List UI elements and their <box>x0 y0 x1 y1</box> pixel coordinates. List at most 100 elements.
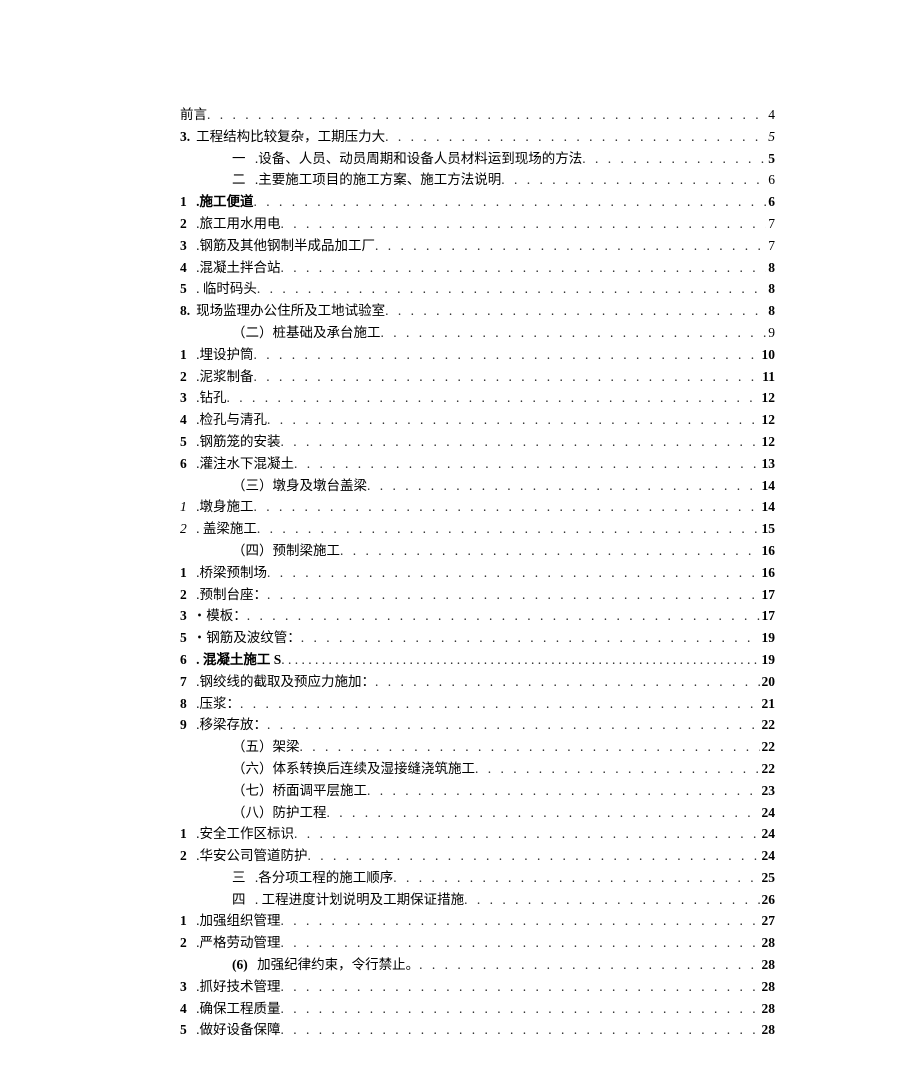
toc-number: 1 <box>180 565 187 580</box>
toc-label: 2 .泥浆制备 <box>180 370 254 384</box>
toc-number: 8 <box>180 696 187 711</box>
toc-number: 5 <box>180 281 187 296</box>
toc-leader-dots <box>300 740 760 754</box>
toc-number: 3. <box>180 129 190 144</box>
toc-title: .压浆： <box>193 696 240 711</box>
toc-leader-dots <box>257 282 766 296</box>
toc-number: 3 <box>180 979 187 994</box>
toc-page-number: 28 <box>760 980 776 994</box>
toc-entry: 2 .华安公司管道防护24 <box>180 849 775 863</box>
toc-leader-dots <box>281 980 760 994</box>
toc-leader-dots <box>281 653 759 667</box>
toc-page-number: 19 <box>760 631 776 645</box>
toc-label: 3 .抓好技术管理 <box>180 980 281 994</box>
toc-page-number: 19 <box>760 653 776 667</box>
toc-leader-dots <box>247 609 760 623</box>
toc-page-number: 12 <box>760 435 776 449</box>
toc-leader-dots <box>501 173 766 187</box>
toc-entry: 2 .泥浆制备11 <box>180 370 775 384</box>
toc-page-number: 8 <box>766 261 775 275</box>
toc-number: 2 <box>180 521 187 536</box>
toc-page-number: 28 <box>760 1023 776 1037</box>
toc-entry: （六）体系转换后连续及湿接缝浇筑施工22 <box>180 762 775 776</box>
toc-leader-dots <box>281 261 767 275</box>
toc-number: 5 <box>180 434 187 449</box>
toc-number: 1 <box>180 913 187 928</box>
toc-label: 8 .压浆： <box>180 697 240 711</box>
toc-page-number: 28 <box>760 1002 776 1016</box>
toc-number: 2 <box>180 935 187 950</box>
toc-leader-dots <box>381 326 767 340</box>
toc-label: （七）桥面调平层施工 <box>232 784 367 798</box>
toc-title: （五）架梁 <box>232 739 300 754</box>
toc-entry: 1 .桥梁预制场16 <box>180 566 775 580</box>
toc-title: （三）墩身及墩台盖梁 <box>232 478 367 493</box>
toc-leader-dots <box>227 391 760 405</box>
toc-label: 8.现场监理办公住所及工地试验室 <box>180 304 385 318</box>
toc-label: 6 . 混凝土施工 S <box>180 653 281 667</box>
toc-leader-dots <box>375 675 760 689</box>
toc-label: 3・模板： <box>180 609 247 623</box>
toc-leader-dots <box>240 697 760 711</box>
toc-title: . 工程进度计划说明及工期保证措施 <box>252 892 465 907</box>
toc-title: 前言 <box>180 107 207 122</box>
toc-leader-dots <box>281 914 760 928</box>
toc-title: .各分项工程的施工顺序 <box>252 870 394 885</box>
toc-leader-dots <box>267 413 760 427</box>
toc-label: 9 .移梁存放： <box>180 718 267 732</box>
toc-entry: 4 .混凝土拌合站 8 <box>180 261 775 275</box>
toc-number: 4 <box>180 260 187 275</box>
toc-label: 3 .钢筋及其他钢制半成品加工厂 <box>180 239 375 253</box>
toc-entry: （八）防护工程24 <box>180 806 775 820</box>
toc-leader-dots <box>385 130 766 144</box>
toc-label: （二）桩基础及承台施工 <box>232 326 381 340</box>
toc-title: .严格劳动管理 <box>193 935 281 950</box>
toc-entry: 4 .检孔与清孔12 <box>180 413 775 427</box>
toc-page-number: 8 <box>766 304 775 318</box>
toc-page-number: 4 <box>766 108 775 122</box>
toc-label: 三 .各分项工程的施工顺序 <box>232 871 393 885</box>
toc-title: .钻孔 <box>193 390 227 405</box>
toc-label: 2 .预制台座： <box>180 588 267 602</box>
toc-page-number: 8 <box>766 282 775 296</box>
toc-number: 3 <box>180 390 187 405</box>
toc-number: 5 <box>180 630 187 645</box>
toc-entry: （四）预制梁施工16 <box>180 544 775 558</box>
toc-entry: 3 .钻孔12 <box>180 391 775 405</box>
toc-label: 1 .加强组织管理 <box>180 914 281 928</box>
toc-leader-dots <box>281 936 760 950</box>
toc-leader-dots <box>254 348 760 362</box>
toc-page-number: 7 <box>766 239 775 253</box>
toc-entry: 1 .安全工作区标识24 <box>180 827 775 841</box>
toc-number: 1 <box>180 826 187 841</box>
toc-title: .移梁存放： <box>193 717 267 732</box>
toc-number: 6 <box>180 456 187 471</box>
toc-page-number: 15 <box>760 522 776 536</box>
toc-leader-dots <box>267 588 760 602</box>
toc-page-number: 28 <box>760 936 776 950</box>
toc-entry: 3.工程结构比较复杂，工期压力大5 <box>180 130 775 144</box>
toc-page-number: 14 <box>760 500 776 514</box>
toc-leader-dots <box>340 544 760 558</box>
toc-title: （四）预制梁施工 <box>232 543 340 558</box>
toc-title: . 临时码头 <box>193 281 257 296</box>
toc-entry: 2 .预制台座：17 <box>180 588 775 602</box>
toc-label: 4 .确保工程质量 <box>180 1002 281 1016</box>
toc-label: （六）体系转换后连续及湿接缝浇筑施工 <box>232 762 475 776</box>
toc-label: 4 .混凝土拌合站 <box>180 261 281 275</box>
toc-label: 2 .华安公司管道防护 <box>180 849 308 863</box>
toc-leader-dots <box>294 827 760 841</box>
toc-entry: 2 .旅工用水用电7 <box>180 217 775 231</box>
toc-page-number: 20 <box>760 675 776 689</box>
toc-label: 3 .钻孔 <box>180 391 227 405</box>
toc-page-number: 16 <box>760 566 776 580</box>
toc-title: 现场监理办公住所及工地试验室 <box>196 303 385 318</box>
toc-label: 1 .墩身施工 <box>180 500 254 514</box>
toc-title: 工程结构比较复杂，工期压力大 <box>196 129 385 144</box>
toc-title: .检孔与清孔 <box>193 412 267 427</box>
toc-label: 1 .施工便道 <box>180 195 254 209</box>
toc-page-number: 22 <box>760 718 776 732</box>
toc-entry: 1 .埋设护筒10 <box>180 348 775 362</box>
toc-label: 5 .做好设备保障 <box>180 1023 281 1037</box>
toc-number: 3 <box>180 238 187 253</box>
